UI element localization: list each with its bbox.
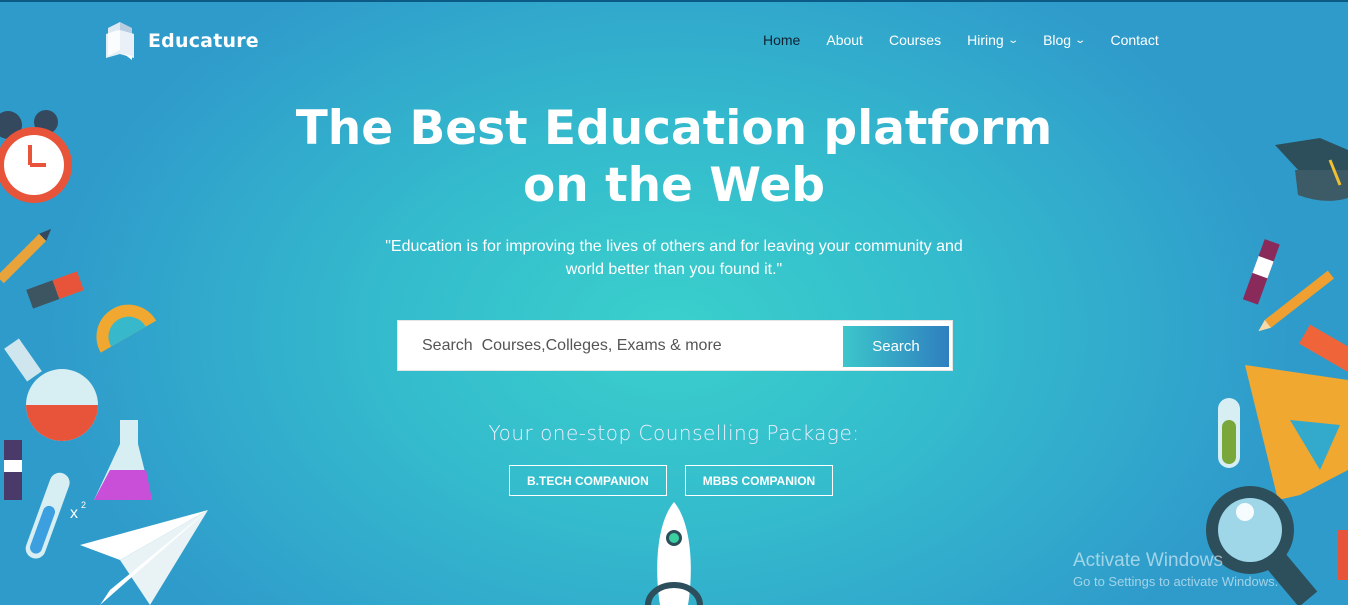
nav-blog-label: Blog — [1043, 32, 1072, 48]
nav-contact[interactable]: Contact — [1110, 32, 1158, 48]
hero-quote-line1: "Education is for improving the lives of… — [385, 238, 963, 255]
book-logo-icon — [106, 22, 134, 60]
search-box: Search — [397, 320, 953, 371]
test-tube-icon — [25, 472, 70, 559]
nav-hiring-label: Hiring — [967, 32, 1004, 48]
nav-home-label: Home — [763, 32, 801, 48]
pen-icon — [0, 228, 52, 284]
package-heading: Your one-stop Counselling Package: — [488, 421, 860, 445]
hero-title-line2: on the Web — [523, 158, 825, 213]
nav-courses[interactable]: Courses — [889, 32, 941, 48]
hero-quote: "Education is for improving the lives of… — [374, 235, 974, 281]
brand-logo[interactable]: Educature — [104, 22, 259, 60]
protractor-icon — [96, 304, 157, 353]
hero-title-line1: The Best Education platform — [295, 101, 1053, 156]
paper-plane-icon — [80, 510, 208, 605]
watermark-title: Activate Windows — [1073, 550, 1223, 571]
nav-contact-label: Contact — [1110, 32, 1159, 48]
nav-courses-label: Courses — [888, 32, 942, 48]
search-input[interactable] — [406, 326, 836, 366]
chevron-down-icon: ⌄ — [1006, 34, 1019, 46]
chevron-down-icon: ⌄ — [1074, 34, 1087, 46]
eraser-icon — [26, 271, 84, 309]
nav-hiring[interactable]: Hiring ⌄ — [967, 32, 1019, 48]
ruler-icon — [1299, 324, 1348, 374]
rocket-icon — [645, 502, 703, 605]
main-nav: Home About Courses Hiring ⌄ Blog ⌄ Contact — [763, 32, 1185, 48]
nav-blog[interactable]: Blog ⌄ — [1043, 32, 1087, 48]
nav-about[interactable]: About — [826, 32, 863, 48]
nav-home[interactable]: Home — [763, 32, 800, 48]
mbbs-companion-button[interactable]: MBBS COMPANION — [684, 465, 834, 496]
crayon-icon — [4, 440, 22, 500]
hero-title: The Best Education platform on the Web — [0, 100, 1348, 214]
hero-quote-line2: world better than you found it." — [565, 261, 783, 278]
brand-name: Educature — [148, 30, 259, 52]
svg-text:2: 2 — [81, 500, 86, 510]
btech-companion-button[interactable]: B.TECH COMPANION — [509, 465, 667, 496]
background-illustrations: x 2 — [0, 110, 1348, 605]
search-button[interactable]: Search — [843, 326, 949, 367]
pencil-icon — [1258, 270, 1334, 332]
crayon-right-icon — [1242, 239, 1280, 305]
windows-activation-watermark: Activate Windows Go to Settings to activ… — [1073, 550, 1278, 589]
watermark-subtitle: Go to Settings to activate Windows. — [1073, 574, 1279, 589]
svg-text:x: x — [70, 505, 78, 522]
nav-about-label: About — [826, 32, 863, 48]
package-buttons: B.TECH COMPANION MBBS COMPANION — [509, 465, 834, 496]
